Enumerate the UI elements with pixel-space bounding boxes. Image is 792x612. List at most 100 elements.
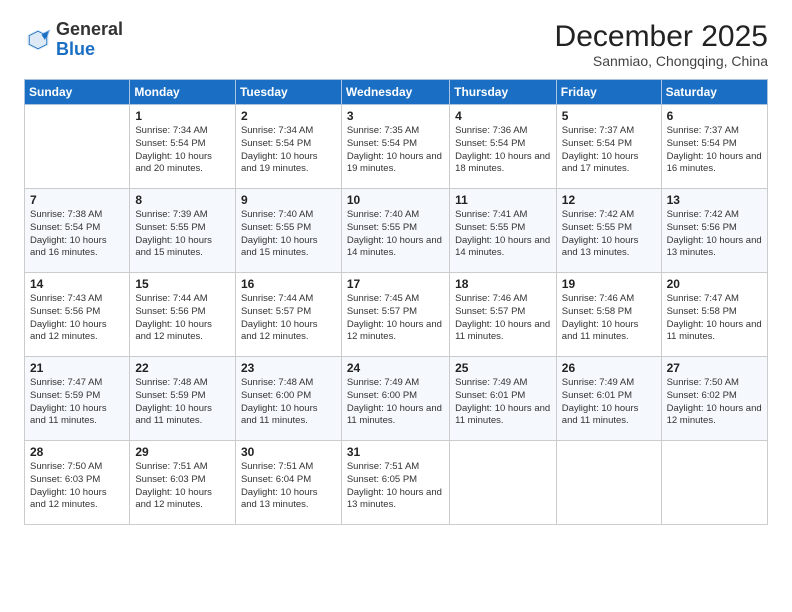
day-info: Sunrise: 7:51 AMSunset: 6:03 PMDaylight:…: [135, 461, 230, 512]
day-number: 5: [562, 109, 656, 123]
day-number: 10: [347, 193, 444, 207]
day-info: Sunrise: 7:46 AMSunset: 5:57 PMDaylight:…: [455, 293, 551, 344]
day-info: Sunrise: 7:45 AMSunset: 5:57 PMDaylight:…: [347, 293, 444, 344]
table-row: 25 Sunrise: 7:49 AMSunset: 6:01 PMDayligh…: [450, 357, 557, 441]
day-info: Sunrise: 7:37 AMSunset: 5:54 PMDaylight:…: [562, 125, 656, 176]
table-row: 31Sunrise: 7:51 AMSunset: 6:05 PMDayligh…: [341, 441, 449, 525]
day-info: Sunrise: 7:35 AMSunset: 5:54 PMDaylight:…: [347, 125, 444, 176]
day-info: Sunrise: 7:51 AMSunset: 6:05 PMDaylight:…: [347, 461, 444, 512]
day-number: 3: [347, 109, 444, 123]
day-info: Sunrise: 7:51 AMSunset: 6:04 PMDaylight:…: [241, 461, 336, 512]
col-thursday: Thursday: [450, 80, 557, 105]
table-row: 17 Sunrise: 7:45 AMSunset: 5:57 PMDayligh…: [341, 273, 449, 357]
col-tuesday: Tuesday: [235, 80, 341, 105]
day-number: 20: [667, 277, 762, 291]
day-number: 28: [30, 445, 124, 459]
day-number: 22: [135, 361, 230, 375]
col-friday: Friday: [556, 80, 661, 105]
day-info: Sunrise: 7:41 AMSunset: 5:55 PMDaylight:…: [455, 209, 551, 260]
table-row: 30 Sunrise: 7:51 AMSunset: 6:04 PMDayligh…: [235, 441, 341, 525]
day-number: 11: [455, 193, 551, 207]
calendar-header-row: Sunday Monday Tuesday Wednesday Thursday…: [25, 80, 768, 105]
col-monday: Monday: [130, 80, 236, 105]
day-number: 17: [347, 277, 444, 291]
table-row: 19Sunrise: 7:46 AMSunset: 5:58 PMDayligh…: [556, 273, 661, 357]
logo-blue: Blue: [56, 39, 95, 59]
title-block: December 2025 Sanmiao, Chongqing, China: [555, 20, 768, 69]
col-wednesday: Wednesday: [341, 80, 449, 105]
col-saturday: Saturday: [661, 80, 767, 105]
table-row: 23 Sunrise: 7:48 AMSunset: 6:00 PMDayligh…: [235, 357, 341, 441]
table-row: 15 Sunrise: 7:44 AMSunset: 5:56 PMDayligh…: [130, 273, 236, 357]
table-row: 12 Sunrise: 7:42 AMSunset: 5:55 PMDayligh…: [556, 189, 661, 273]
calendar-week-2: 7Sunrise: 7:38 AMSunset: 5:54 PMDaylight…: [25, 189, 768, 273]
table-row: 9Sunrise: 7:40 AMSunset: 5:55 PMDaylight…: [235, 189, 341, 273]
day-number: 4: [455, 109, 551, 123]
table-row: 21Sunrise: 7:47 AMSunset: 5:59 PMDayligh…: [25, 357, 130, 441]
table-row: 8Sunrise: 7:39 AMSunset: 5:55 PMDaylight…: [130, 189, 236, 273]
table-row: [25, 105, 130, 189]
day-number: 16: [241, 277, 336, 291]
day-number: 15: [135, 277, 230, 291]
logo-icon: [24, 26, 52, 54]
table-row: 18 Sunrise: 7:46 AMSunset: 5:57 PMDayligh…: [450, 273, 557, 357]
day-number: 30: [241, 445, 336, 459]
calendar-week-1: 1Sunrise: 7:34 AMSunset: 5:54 PMDaylight…: [25, 105, 768, 189]
table-row: 11 Sunrise: 7:41 AMSunset: 5:55 PMDayligh…: [450, 189, 557, 273]
table-row: 16 Sunrise: 7:44 AMSunset: 5:57 PMDayligh…: [235, 273, 341, 357]
day-info: Sunrise: 7:44 AMSunset: 5:56 PMDaylight:…: [135, 293, 230, 344]
table-row: 7Sunrise: 7:38 AMSunset: 5:54 PMDaylight…: [25, 189, 130, 273]
table-row: 6Sunrise: 7:37 AMSunset: 5:54 PMDaylight…: [661, 105, 767, 189]
page: General Blue December 2025 Sanmiao, Chon…: [0, 0, 792, 612]
day-info: Sunrise: 7:34 AMSunset: 5:54 PMDaylight:…: [135, 125, 230, 176]
day-number: 18: [455, 277, 551, 291]
day-number: 26: [562, 361, 656, 375]
day-info: Sunrise: 7:42 AMSunset: 5:55 PMDaylight:…: [562, 209, 656, 260]
table-row: 4 Sunrise: 7:36 AMSunset: 5:54 PMDaylight…: [450, 105, 557, 189]
day-number: 25: [455, 361, 551, 375]
day-info: Sunrise: 7:36 AMSunset: 5:54 PMDaylight:…: [455, 125, 551, 176]
day-info: Sunrise: 7:34 AMSunset: 5:54 PMDaylight:…: [241, 125, 336, 176]
table-row: 24 Sunrise: 7:49 AMSunset: 6:00 PMDayligh…: [341, 357, 449, 441]
day-info: Sunrise: 7:48 AMSunset: 5:59 PMDaylight:…: [135, 377, 230, 428]
table-row: 10Sunrise: 7:40 AMSunset: 5:55 PMDayligh…: [341, 189, 449, 273]
day-info: Sunrise: 7:50 AMSunset: 6:03 PMDaylight:…: [30, 461, 124, 512]
table-row: 5 Sunrise: 7:37 AMSunset: 5:54 PMDaylight…: [556, 105, 661, 189]
day-number: 23: [241, 361, 336, 375]
day-info: Sunrise: 7:48 AMSunset: 6:00 PMDaylight:…: [241, 377, 336, 428]
table-row: 2 Sunrise: 7:34 AMSunset: 5:54 PMDaylight…: [235, 105, 341, 189]
logo-text: General Blue: [56, 20, 123, 60]
table-row: 14Sunrise: 7:43 AMSunset: 5:56 PMDayligh…: [25, 273, 130, 357]
day-number: 13: [667, 193, 762, 207]
day-info: Sunrise: 7:40 AMSunset: 5:55 PMDaylight:…: [241, 209, 336, 260]
table-row: 26Sunrise: 7:49 AMSunset: 6:01 PMDayligh…: [556, 357, 661, 441]
day-number: 2: [241, 109, 336, 123]
day-number: 6: [667, 109, 762, 123]
table-row: 1Sunrise: 7:34 AMSunset: 5:54 PMDaylight…: [130, 105, 236, 189]
day-number: 12: [562, 193, 656, 207]
day-info: Sunrise: 7:47 AMSunset: 5:58 PMDaylight:…: [667, 293, 762, 344]
day-info: Sunrise: 7:44 AMSunset: 5:57 PMDaylight:…: [241, 293, 336, 344]
day-info: Sunrise: 7:42 AMSunset: 5:56 PMDaylight:…: [667, 209, 762, 260]
header: General Blue December 2025 Sanmiao, Chon…: [24, 20, 768, 69]
table-row: 29 Sunrise: 7:51 AMSunset: 6:03 PMDayligh…: [130, 441, 236, 525]
col-sunday: Sunday: [25, 80, 130, 105]
day-number: 24: [347, 361, 444, 375]
day-info: Sunrise: 7:49 AMSunset: 6:01 PMDaylight:…: [455, 377, 551, 428]
day-info: Sunrise: 7:50 AMSunset: 6:02 PMDaylight:…: [667, 377, 762, 428]
calendar-table: Sunday Monday Tuesday Wednesday Thursday…: [24, 79, 768, 525]
day-number: 29: [135, 445, 230, 459]
table-row: [556, 441, 661, 525]
table-row: 28 Sunrise: 7:50 AMSunset: 6:03 PMDayligh…: [25, 441, 130, 525]
day-number: 8: [135, 193, 230, 207]
day-number: 19: [562, 277, 656, 291]
day-number: 7: [30, 193, 124, 207]
calendar-week-4: 21Sunrise: 7:47 AMSunset: 5:59 PMDayligh…: [25, 357, 768, 441]
day-info: Sunrise: 7:49 AMSunset: 6:00 PMDaylight:…: [347, 377, 444, 428]
month-title: December 2025: [555, 20, 768, 53]
day-info: Sunrise: 7:47 AMSunset: 5:59 PMDaylight:…: [30, 377, 124, 428]
day-number: 14: [30, 277, 124, 291]
table-row: 13 Sunrise: 7:42 AMSunset: 5:56 PMDayligh…: [661, 189, 767, 273]
table-row: 20 Sunrise: 7:47 AMSunset: 5:58 PMDayligh…: [661, 273, 767, 357]
calendar-week-5: 28 Sunrise: 7:50 AMSunset: 6:03 PMDayligh…: [25, 441, 768, 525]
